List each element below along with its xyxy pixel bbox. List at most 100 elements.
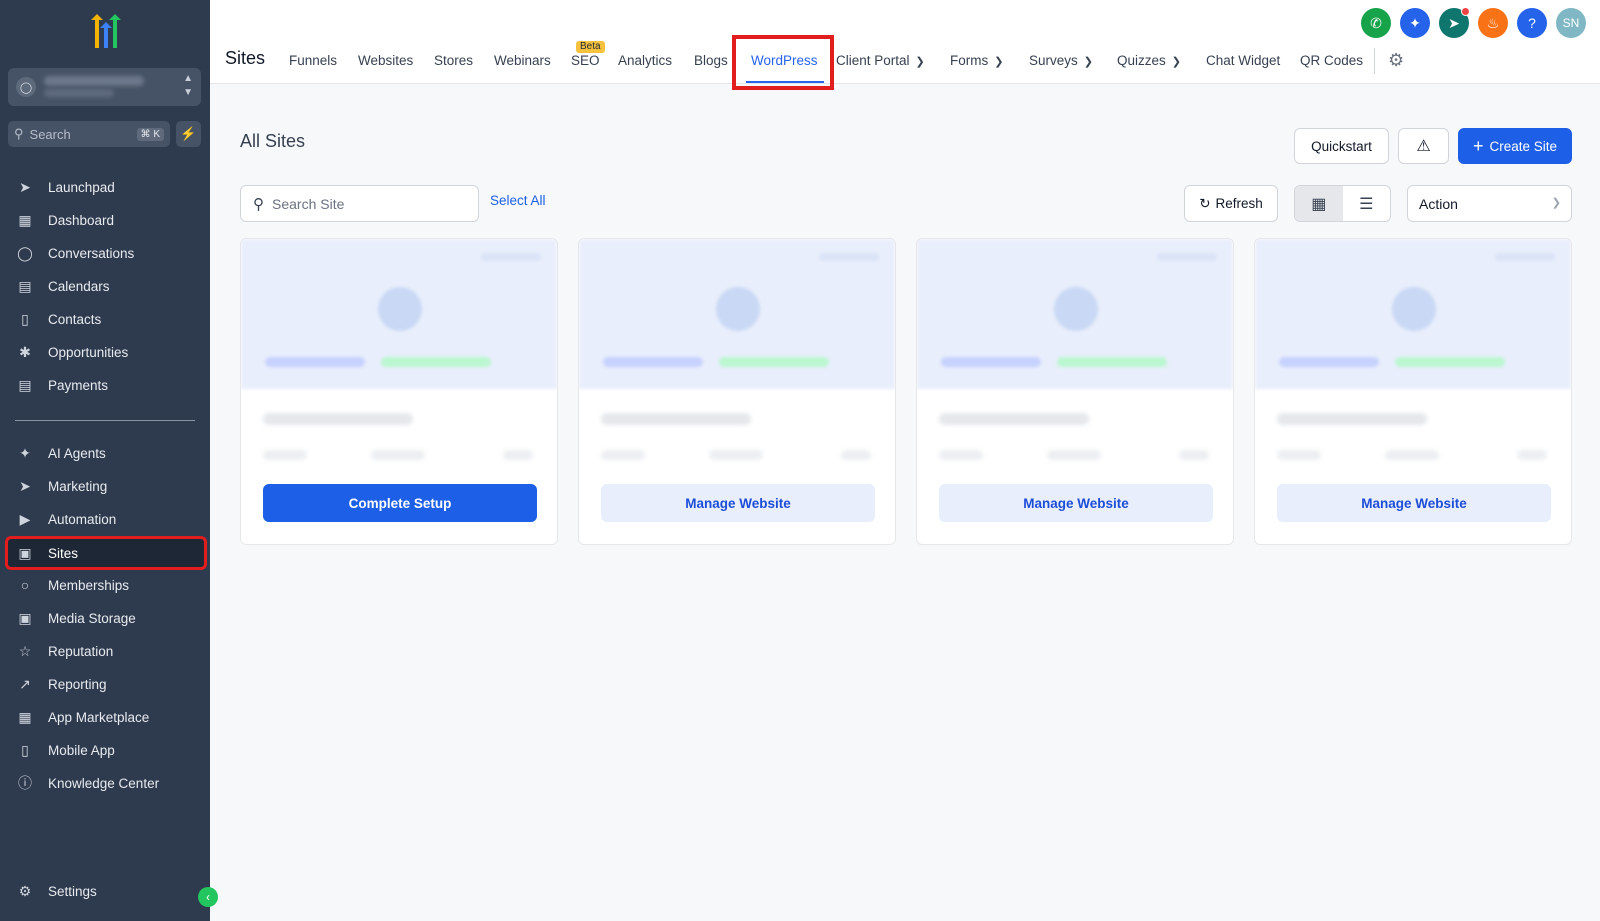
chevron-down-icon: ❯ — [1083, 56, 1093, 68]
site-meta-redacted — [601, 450, 645, 460]
megaphone-icon[interactable]: ➤ — [1439, 7, 1470, 38]
sidebar-item-contacts[interactable]: ▯ Contacts — [8, 304, 204, 334]
gear-icon[interactable]: ⚙ — [1388, 50, 1404, 71]
sidebar-item-payments[interactable]: ▤ Payments — [8, 370, 204, 400]
site-card[interactable]: Manage Website — [578, 238, 896, 545]
sidebar-item-launchpad[interactable]: ➤ Launchpad — [8, 172, 204, 202]
tab-webinars[interactable]: Webinars — [494, 53, 551, 68]
sidebar-item-reporting[interactable]: ↗ Reporting — [8, 669, 204, 699]
tab-stores[interactable]: Stores — [434, 53, 473, 68]
ai-agents-icon: ✦ — [19, 444, 31, 461]
sidebar-item-label: Launchpad — [48, 179, 115, 195]
search-site-input[interactable]: ⚲ Search Site — [240, 185, 479, 222]
ai-sparkle-icon[interactable]: ✦ — [1400, 8, 1430, 38]
site-card[interactable]: Manage Website — [1254, 238, 1572, 545]
tab-quizzes[interactable]: Quizzes ❯ — [1117, 53, 1181, 68]
sidebar-item-calendars[interactable]: ▤ Calendars — [8, 271, 204, 301]
sidebar-item-conversations[interactable]: ◯ Conversations — [8, 238, 204, 268]
info-icon: ⓘ — [18, 775, 32, 791]
tab-forms[interactable]: Forms ❯ — [950, 53, 1003, 68]
reporting-icon: ↗ — [19, 675, 31, 692]
sidebar-item-label: AI Agents — [48, 445, 106, 461]
quickstart-button[interactable]: Quickstart — [1294, 128, 1389, 164]
sidebar-item-marketing[interactable]: ➤ Marketing — [8, 471, 204, 501]
site-meta-redacted — [1385, 450, 1439, 460]
manage-website-button[interactable]: Manage Website — [939, 484, 1213, 522]
site-meta-redacted — [503, 450, 533, 460]
bell-icon[interactable]: ♨ — [1478, 8, 1508, 38]
help-icon[interactable]: ? — [1517, 8, 1547, 38]
sidebar-divider — [15, 420, 195, 421]
create-site-button[interactable]: + Create Site — [1458, 128, 1572, 164]
site-meta-redacted — [841, 450, 871, 460]
list-view-icon[interactable]: ☰ — [1343, 186, 1391, 221]
site-name-redacted — [263, 413, 413, 425]
tab-label: Surveys — [1029, 53, 1078, 68]
sidebar-item-label: Mobile App — [48, 742, 115, 758]
tab-wordpress[interactable]: WordPress — [732, 35, 834, 90]
site-name-redacted — [1277, 413, 1427, 425]
tab-label: Forms — [950, 53, 989, 68]
manage-website-button[interactable]: Manage Website — [1277, 484, 1551, 522]
sidebar-item-media-storage[interactable]: ▣ Media Storage — [8, 603, 204, 633]
tab-funnels[interactable]: Funnels — [289, 53, 337, 68]
sidebar-item-mobile-app[interactable]: ▯ Mobile App — [8, 735, 204, 765]
chevron-down-icon: ❯ — [1171, 56, 1181, 68]
sidebar-item-dashboard[interactable]: ▦ Dashboard — [8, 205, 204, 235]
site-thumbnail — [1255, 239, 1571, 389]
site-card[interactable]: Complete Setup — [240, 238, 558, 545]
select-all-link[interactable]: Select All — [490, 193, 546, 208]
sidebar-item-knowledge-center[interactable]: ⓘ Knowledge Center — [8, 768, 204, 798]
tab-blogs[interactable]: Blogs — [694, 53, 728, 68]
sidebar-item-sites[interactable]: ▣ Sites — [5, 536, 207, 570]
account-switcher[interactable]: ◯ ▲ ▼ — [8, 68, 201, 106]
complete-setup-button[interactable]: Complete Setup — [263, 484, 537, 522]
search-shortcut: ⌘ K — [136, 127, 164, 141]
search-site-placeholder: Search Site — [272, 195, 345, 212]
site-meta-redacted — [1517, 450, 1547, 460]
contacts-icon: ▯ — [21, 310, 29, 327]
app-logo[interactable] — [84, 14, 126, 52]
site-meta-redacted — [939, 450, 983, 460]
refresh-label: Refresh — [1215, 196, 1263, 211]
tab-surveys[interactable]: Surveys ❯ — [1029, 53, 1093, 68]
collapse-sidebar-button[interactable]: ‹ — [198, 887, 218, 907]
sidebar-item-app-marketplace[interactable]: ▦ App Marketplace — [8, 702, 204, 732]
tab-websites[interactable]: Websites — [358, 53, 413, 68]
dashboard-icon: ▦ — [18, 211, 32, 228]
mobile-icon: ▯ — [21, 741, 29, 758]
feedback-icon[interactable]: ⚠ — [1398, 128, 1449, 164]
sidebar-item-label: Contacts — [48, 311, 102, 327]
sidebar-item-settings[interactable]: ⚙ Settings — [8, 876, 204, 906]
tab-analytics[interactable]: Analytics — [618, 53, 672, 68]
manage-website-button[interactable]: Manage Website — [601, 484, 875, 522]
site-meta-redacted — [1179, 450, 1209, 460]
tab-qr-codes[interactable]: QR Codes — [1300, 53, 1363, 68]
tab-seo[interactable]: SEO — [571, 53, 600, 68]
sidebar-item-label: Memberships — [48, 577, 130, 593]
all-sites-title: All Sites — [240, 131, 306, 151]
tab-label: Client Portal — [836, 53, 910, 68]
sidebar-item-memberships[interactable]: ○ Memberships — [8, 570, 204, 600]
account-name-redacted — [44, 76, 144, 86]
sidebar-item-reputation[interactable]: ☆ Reputation — [8, 636, 204, 666]
sidebar-item-opportunities[interactable]: ✱ Opportunities — [8, 337, 204, 367]
phone-icon[interactable]: ✆ — [1361, 8, 1391, 38]
top-bar: Sites Funnels Websites Stores Webinars B… — [210, 0, 1600, 90]
refresh-button[interactable]: ↻ Refresh — [1184, 185, 1278, 222]
sidebar-search-label: Search — [29, 126, 71, 142]
tab-label: Quizzes — [1117, 53, 1166, 68]
action-select[interactable]: Action ❯ — [1407, 185, 1572, 222]
grid-view-icon[interactable]: ▦ — [1295, 186, 1343, 221]
launchpad-icon: ➤ — [19, 178, 31, 195]
user-avatar[interactable]: SN — [1556, 8, 1586, 38]
quick-action-bolt-icon[interactable]: ⚡ — [176, 121, 201, 147]
tab-client-portal[interactable]: Client Portal ❯ — [836, 53, 925, 68]
tab-chat-widget[interactable]: Chat Widget — [1206, 53, 1280, 68]
sidebar-item-label: Conversations — [48, 245, 135, 261]
sidebar-item-automation[interactable]: ▶ Automation — [8, 504, 204, 534]
sidebar-item-ai-agents[interactable]: ✦ AI Agents — [8, 438, 204, 468]
sidebar-search[interactable]: ⚲ Search ⌘ K — [8, 121, 170, 147]
site-meta-redacted — [1047, 450, 1101, 460]
site-card[interactable]: Manage Website — [916, 238, 1234, 545]
